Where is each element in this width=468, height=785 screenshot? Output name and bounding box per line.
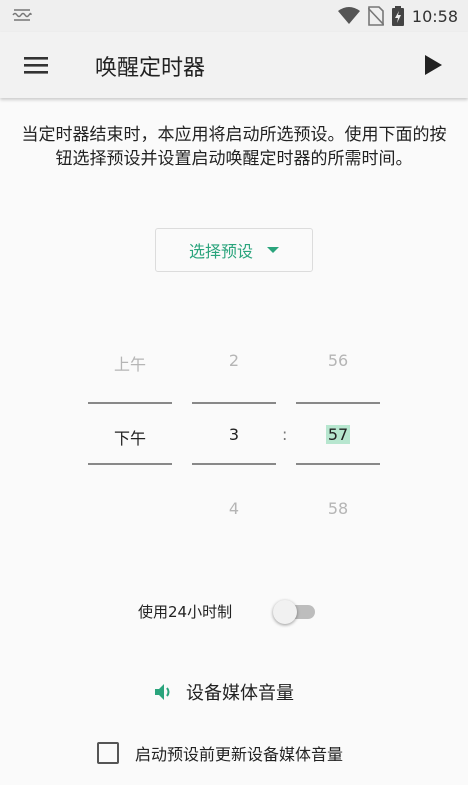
hour-current: 3 (228, 425, 240, 444)
dropdown-caret-icon (267, 247, 279, 253)
play-icon[interactable] (420, 51, 446, 79)
app-bar: 唤醒定时器 (0, 32, 468, 98)
status-icons: 10:58 (337, 4, 458, 28)
minute-current[interactable]: 57 (325, 425, 351, 444)
minute-next: 58 (327, 499, 349, 518)
ampm-current: 下午 (113, 429, 146, 448)
picker-divider (88, 402, 172, 404)
picker-divider (296, 402, 380, 404)
ampm-prev: 上午 (113, 355, 146, 374)
picker-divider (192, 402, 276, 404)
picker-divider (296, 463, 380, 465)
minute-prev: 56 (327, 351, 349, 370)
picker-divider (88, 463, 172, 465)
wifi-icon (337, 7, 360, 24)
ampm-picker[interactable]: 上午 下午 (88, 345, 172, 525)
update-volume-row: 启动预设前更新设备媒体音量 (97, 740, 343, 766)
speaker-volume-icon (155, 684, 170, 700)
use-24h-toggle[interactable] (273, 600, 317, 624)
device-media-volume-label: 设备媒体音量 (186, 683, 294, 704)
hamburger-menu-icon[interactable] (20, 50, 52, 80)
toggle-thumb (273, 600, 297, 624)
select-preset-label: 选择预设 (188, 242, 253, 261)
status-time: 10:58 (411, 6, 458, 26)
battery-charging-icon (391, 6, 404, 26)
signal-wave-icon (12, 9, 32, 21)
time-separator: : (282, 425, 288, 444)
update-volume-checkbox[interactable] (97, 742, 119, 764)
hour-prev: 2 (228, 351, 240, 370)
hour-next: 4 (228, 499, 240, 518)
status-bar: 10:58 (0, 0, 468, 32)
hour-picker[interactable]: 2 3 4 (192, 345, 276, 525)
minute-picker[interactable]: 56 57 58 (296, 345, 380, 525)
device-media-volume-button[interactable]: 设备媒体音量 (152, 678, 294, 706)
picker-divider (192, 463, 276, 465)
update-volume-label: 启动预设前更新设备媒体音量 (135, 745, 344, 764)
no-sim-icon (367, 6, 384, 26)
use-24h-label: 使用24小时制 (138, 603, 233, 621)
page-title: 唤醒定时器 (95, 56, 206, 81)
select-preset-button[interactable]: 选择预设 (155, 228, 313, 272)
description-text: 当定时器结束时，本应用将启动所选预设。使用下面的按钮选择预设并设置启动唤醒定时器… (21, 125, 447, 169)
